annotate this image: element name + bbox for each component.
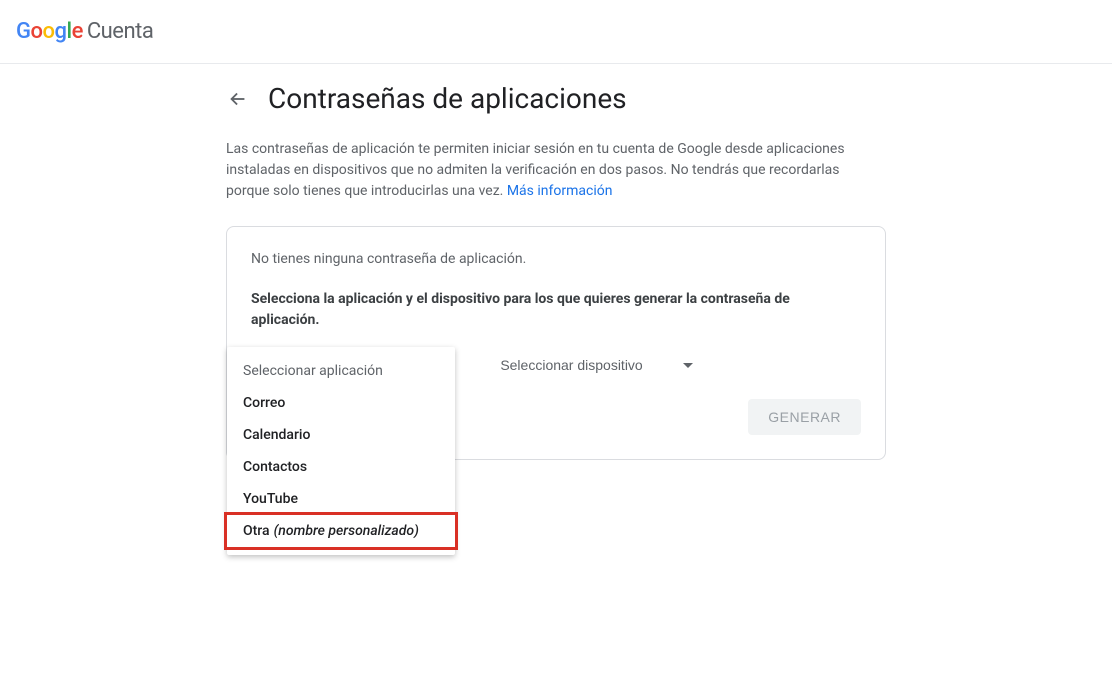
more-info-link[interactable]: Más información	[507, 183, 613, 199]
page-header-row: Contraseñas de aplicaciones	[226, 82, 886, 115]
instruction-text: Selecciona la aplicación y el dispositiv…	[251, 289, 861, 331]
generate-button[interactable]: GENERAR	[748, 399, 861, 435]
select-device-label: Seleccionar dispositivo	[500, 357, 642, 373]
back-button[interactable]	[226, 87, 250, 111]
arrow-left-icon	[227, 88, 249, 110]
no-passwords-message: No tienes ninguna contraseña de aplicaci…	[251, 251, 861, 267]
page-description: Las contraseñas de aplicación te permite…	[226, 139, 886, 202]
app-dropdown-menu: Seleccionar aplicación Correo Calendario…	[227, 347, 455, 555]
dropdown-item-correo[interactable]: Correo	[227, 387, 455, 419]
product-name: Cuenta	[87, 19, 153, 44]
caret-down-icon	[683, 363, 693, 368]
google-logo: Google Cuenta	[16, 19, 153, 44]
select-device-dropdown[interactable]: Seleccionar dispositivo	[500, 351, 692, 379]
dropdown-item-calendario[interactable]: Calendario	[227, 419, 455, 451]
dropdown-item-otra[interactable]: Otra (nombre personalizado)	[224, 512, 458, 550]
dropdown-header: Seleccionar aplicación	[227, 355, 455, 387]
dropdown-item-contactos[interactable]: Contactos	[227, 451, 455, 483]
page-title: Contraseñas de aplicaciones	[268, 82, 627, 115]
dropdown-item-youtube[interactable]: YouTube	[227, 483, 455, 515]
app-passwords-card: No tienes ninguna contraseña de aplicaci…	[226, 226, 886, 460]
top-bar: Google Cuenta	[0, 0, 1112, 64]
